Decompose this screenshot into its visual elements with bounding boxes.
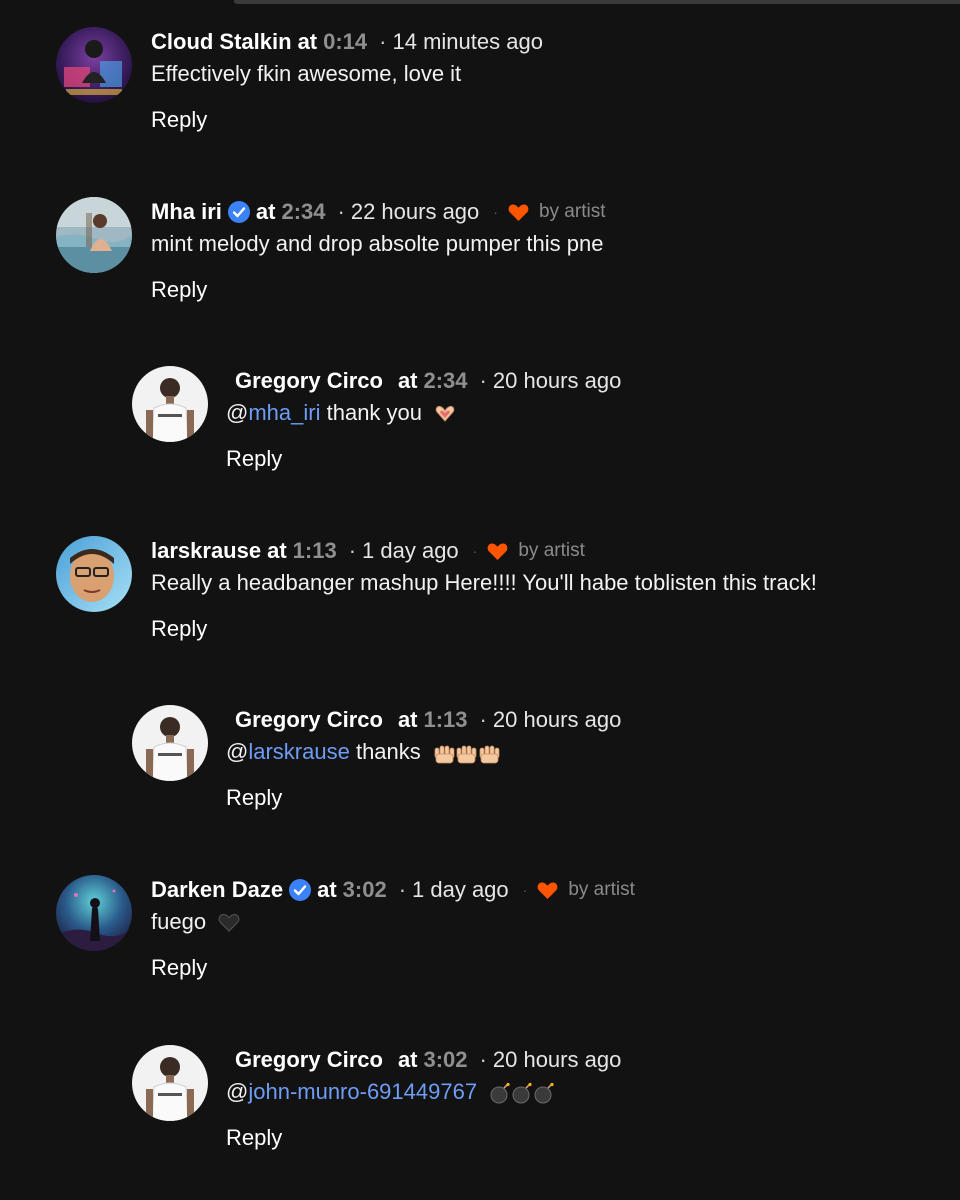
mention-link[interactable]: mha_iri bbox=[248, 400, 320, 425]
by-artist-label: by artist bbox=[518, 540, 585, 561]
comment-body: Really a headbanger mashup Here!!!! You'… bbox=[151, 570, 817, 595]
time-ago: 20 hours ago bbox=[492, 1047, 622, 1072]
mention-at-sign: @ bbox=[226, 1079, 249, 1104]
comment-text: @mha_iri thank you bbox=[226, 400, 456, 426]
username[interactable]: larskrause bbox=[151, 538, 261, 564]
comment-meta: Darken Daze at 3:02 · 1 day ago · by art… bbox=[151, 875, 635, 905]
raising-hands-emoji-icon bbox=[434, 745, 500, 764]
comment-body: fuego bbox=[151, 909, 207, 934]
username[interactable]: Gregory Circo bbox=[235, 368, 383, 394]
top-divider bbox=[234, 0, 960, 4]
mention-link[interactable]: john-munro-691449767 bbox=[248, 1079, 477, 1104]
time-ago: 1 day ago bbox=[412, 877, 509, 902]
username[interactable]: Mha iri bbox=[151, 199, 222, 225]
separator-dot: · bbox=[337, 199, 345, 224]
at-label: at bbox=[267, 538, 287, 563]
avatar[interactable] bbox=[56, 27, 132, 103]
timestamp-link[interactable]: 3:02 bbox=[343, 877, 387, 903]
at-label: at bbox=[297, 29, 318, 54]
at-label: at bbox=[255, 199, 276, 224]
separator-dot: · bbox=[398, 877, 407, 902]
comment-meta: Mha iri at 2:34 · 22 hours ago · by arti… bbox=[151, 197, 605, 227]
mention-link[interactable]: larskrause bbox=[248, 739, 349, 764]
comment-text: fuego bbox=[151, 909, 240, 935]
separator-dot: · bbox=[472, 543, 478, 559]
username[interactable]: Gregory Circo bbox=[235, 707, 383, 733]
avatar[interactable] bbox=[132, 705, 208, 781]
avatar[interactable] bbox=[132, 1045, 208, 1121]
bomb-emoji-icon bbox=[490, 1083, 554, 1104]
avatar[interactable] bbox=[56, 875, 132, 951]
heart-icon bbox=[508, 203, 529, 221]
avatar[interactable] bbox=[56, 197, 132, 273]
liked-by-artist: · by artist bbox=[523, 879, 635, 901]
at-label: at bbox=[317, 877, 337, 902]
mention-at-sign: @ bbox=[226, 400, 249, 425]
timestamp-link[interactable]: 1:13 bbox=[424, 707, 468, 733]
liked-by-artist: · by artist bbox=[493, 201, 605, 223]
liked-by-artist: · by artist bbox=[473, 540, 585, 562]
reply-button[interactable]: Reply bbox=[151, 277, 207, 303]
by-artist-label: by artist bbox=[568, 879, 635, 900]
avatar[interactable] bbox=[132, 366, 208, 442]
username[interactable]: Cloud Stalkin bbox=[151, 29, 292, 55]
mention-at-sign: @ bbox=[226, 739, 249, 764]
username[interactable]: Darken Daze bbox=[151, 877, 283, 903]
at-label: at bbox=[397, 707, 418, 732]
comment-meta: Cloud Stalkin at 0:14 · 14 minutes ago bbox=[151, 27, 543, 57]
separator-dot: · bbox=[479, 368, 487, 393]
time-ago: 22 hours ago bbox=[350, 199, 480, 224]
reply-button[interactable]: Reply bbox=[151, 616, 207, 642]
timestamp-link[interactable]: 3:02 bbox=[424, 1047, 468, 1073]
separator-dot: · bbox=[379, 29, 387, 54]
by-artist-label: by artist bbox=[538, 201, 606, 222]
verified-badge-icon bbox=[289, 879, 312, 901]
separator-dot: · bbox=[522, 882, 528, 898]
comment-meta: larskrause at 1:13 · 1 day ago · by arti… bbox=[151, 536, 585, 566]
comment-meta: Gregory Circo at 3:02 · 20 hours ago bbox=[235, 1045, 621, 1075]
at-label: at bbox=[397, 368, 418, 393]
comment-body: thank you bbox=[326, 400, 423, 425]
timestamp-link[interactable]: 0:14 bbox=[323, 29, 367, 55]
timestamp-link[interactable]: 2:34 bbox=[424, 368, 468, 394]
separator-dot: · bbox=[479, 1047, 487, 1072]
comment-text: @larskrause thanks bbox=[226, 739, 501, 765]
comment-body: thanks bbox=[355, 739, 421, 764]
timestamp-link[interactable]: 1:13 bbox=[293, 538, 337, 564]
reply-button[interactable]: Reply bbox=[226, 1125, 282, 1151]
separator-dot: · bbox=[479, 707, 487, 732]
reply-button[interactable]: Reply bbox=[151, 107, 207, 133]
time-ago: 20 hours ago bbox=[492, 707, 622, 732]
black-heart-emoji-icon bbox=[218, 914, 240, 932]
time-ago: 1 day ago bbox=[362, 538, 459, 563]
comment-text: mint melody and drop absolte pumper this… bbox=[151, 231, 603, 257]
heart-hands-emoji-icon bbox=[435, 406, 455, 422]
heart-icon bbox=[537, 881, 558, 899]
reply-button[interactable]: Reply bbox=[151, 955, 207, 981]
comment-meta: Gregory Circo at 1:13 · 20 hours ago bbox=[235, 705, 621, 735]
username[interactable]: Gregory Circo bbox=[235, 1047, 383, 1073]
separator-dot: · bbox=[493, 204, 498, 220]
timestamp-link[interactable]: 2:34 bbox=[281, 199, 325, 225]
comment-body: Effectively fkin awesome, love it bbox=[151, 61, 462, 86]
reply-button[interactable]: Reply bbox=[226, 785, 282, 811]
time-ago: 20 hours ago bbox=[492, 368, 622, 393]
comment-text: Effectively fkin awesome, love it bbox=[151, 61, 461, 87]
verified-badge-icon bbox=[227, 201, 250, 223]
separator-dot: · bbox=[348, 538, 357, 563]
comment-text: Really a headbanger mashup Here!!!! You'… bbox=[151, 570, 817, 596]
reply-button[interactable]: Reply bbox=[226, 446, 282, 472]
comment-meta: Gregory Circo at 2:34 · 20 hours ago bbox=[235, 366, 621, 396]
comment-text: @john-munro-691449767 bbox=[226, 1079, 557, 1105]
time-ago: 14 minutes ago bbox=[392, 29, 543, 54]
comment-body: mint melody and drop absolte pumper this… bbox=[151, 231, 604, 256]
heart-icon bbox=[487, 542, 508, 560]
at-label: at bbox=[397, 1047, 418, 1072]
avatar[interactable] bbox=[56, 536, 132, 612]
